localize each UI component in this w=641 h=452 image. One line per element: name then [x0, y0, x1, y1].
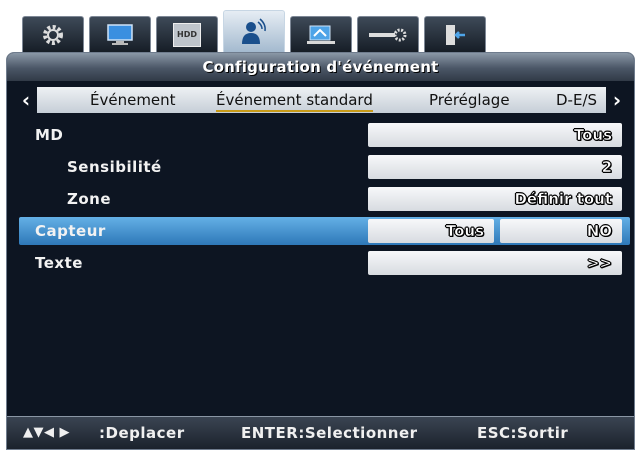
texte-label: Texte [35, 254, 83, 272]
arrow-keys-icon: ▲▼◀ ▶ [23, 425, 71, 440]
tab-evenement[interactable]: Événement [90, 89, 176, 111]
capteur-label: Capteur [35, 222, 106, 240]
tab-storage[interactable]: HDD [156, 16, 218, 53]
tab-exit[interactable] [424, 16, 486, 53]
person-alarm-icon [242, 18, 266, 44]
setting-row-zone[interactable]: Zone Définir tout [19, 185, 630, 213]
monitor-icon [107, 24, 133, 45]
texte-value[interactable]: >> [368, 251, 622, 275]
tab-network[interactable] [290, 16, 352, 53]
exit-icon [446, 25, 465, 45]
move-hint: :Deplacer [99, 424, 185, 442]
enter-hint: ENTER:Selectionner [241, 424, 418, 442]
tab-setup[interactable] [22, 16, 84, 53]
tab-preglage[interactable]: Préréglage [429, 89, 510, 111]
tab-d-e-s[interactable]: D-E/S [556, 89, 597, 111]
setting-row-texte[interactable]: Texte >> [19, 249, 630, 277]
gear-icon [43, 25, 63, 45]
nav-left-arrow-button[interactable]: ‹ [15, 87, 37, 113]
setting-row-sensibilite[interactable]: Sensibilité 2 [19, 153, 630, 181]
sensibilite-value[interactable]: 2 [368, 155, 622, 179]
setting-row-md[interactable]: MD Tous [19, 121, 630, 149]
hdd-icon: HDD [173, 23, 201, 47]
esc-hint: ESC:Sortir [477, 424, 569, 442]
window-title: Configuration d'événement [7, 53, 634, 81]
tab-event[interactable] [223, 10, 285, 55]
slider-gear-icon [369, 28, 407, 42]
md-value[interactable]: Tous [368, 123, 622, 147]
tab-display[interactable] [89, 16, 151, 53]
capteur-value-type[interactable]: Tous [368, 219, 494, 243]
sub-tab-bar: ‹ Événement Événement standard Préréglag… [15, 87, 628, 113]
nav-right-arrow-button[interactable]: › [606, 87, 628, 113]
zone-label: Zone [67, 190, 112, 208]
tab-system[interactable] [357, 16, 419, 53]
md-label: MD [35, 126, 64, 144]
event-config-window: Configuration d'événement ‹ Événement Év… [6, 52, 635, 450]
sensibilite-label: Sensibilité [67, 158, 162, 176]
setting-row-capteur[interactable]: Capteur Tous NO [19, 217, 630, 245]
help-footer: ▲▼◀ ▶ :Deplacer ENTER:Selectionner ESC:S… [7, 416, 634, 449]
network-icon [307, 25, 335, 44]
zone-value[interactable]: Définir tout [368, 187, 622, 211]
capteur-value-mode[interactable]: NO [500, 219, 622, 243]
tab-evenement-standard[interactable]: Événement standard [216, 89, 373, 112]
top-tab-bar: HDD [22, 10, 494, 55]
